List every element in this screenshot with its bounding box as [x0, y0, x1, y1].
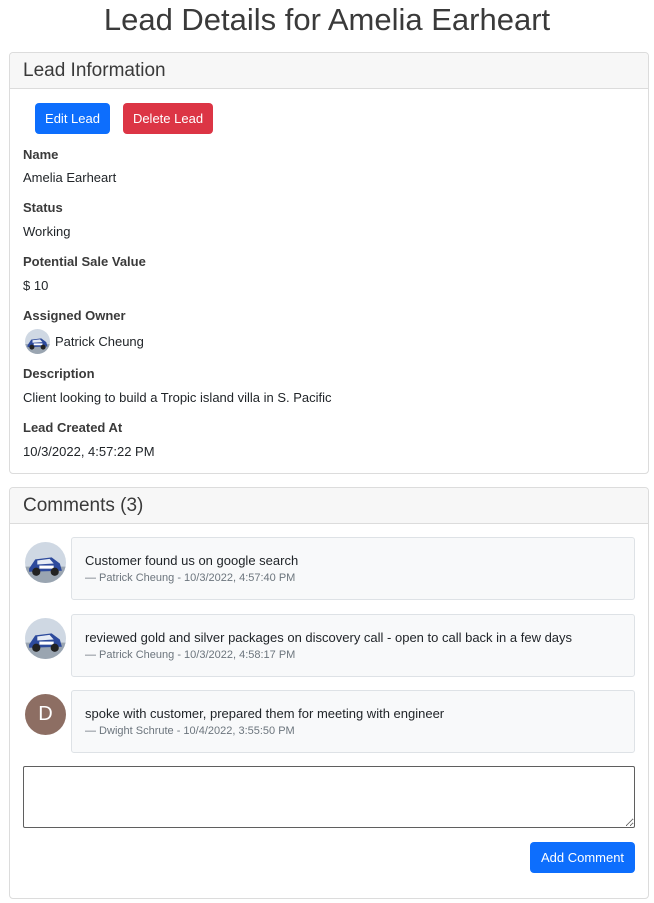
comment-meta: — Dwight Schrute - 10/4/2022, 3:55:50 PM	[85, 725, 295, 737]
owner-label: Assigned Owner	[23, 308, 126, 323]
name-label: Name	[23, 147, 59, 162]
edit-lead-button[interactable]: Edit Lead	[35, 103, 110, 134]
car-avatar-icon	[25, 329, 50, 354]
sale-value-label: Potential Sale Value	[23, 254, 146, 269]
lead-information-header: Lead Information	[10, 53, 648, 89]
user-initial-avatar: D	[25, 694, 66, 735]
car-avatar-icon	[25, 618, 66, 659]
comments-card: Comments (3) Customer found us on google…	[9, 487, 649, 899]
comment-item: reviewed gold and silver packages on dis…	[71, 614, 635, 677]
car-avatar-icon	[25, 542, 66, 583]
comment-text: reviewed gold and silver packages on dis…	[85, 630, 573, 645]
comments-header: Comments (3)	[10, 488, 648, 524]
page-title: Lead Details for Amelia Earheart	[103, 2, 551, 37]
lead-information-card: Lead Information Edit Lead Delete Lead N…	[9, 52, 649, 474]
owner-name: Patrick Cheung	[55, 334, 144, 349]
comment-text: Customer found us on google search	[85, 553, 299, 568]
comment-input[interactable]	[23, 766, 635, 828]
comment-text: spoke with customer, prepared them for m…	[85, 706, 445, 721]
comment-meta: — Patrick Cheung - 10/3/2022, 4:57:40 PM	[85, 572, 296, 584]
add-comment-button[interactable]: Add Comment	[530, 842, 635, 873]
description-label: Description	[23, 366, 95, 381]
status-label: Status	[23, 200, 63, 215]
delete-lead-button[interactable]: Delete Lead	[123, 103, 213, 134]
status-value: Working	[23, 224, 71, 239]
comment-meta: — Patrick Cheung - 10/3/2022, 4:58:17 PM	[85, 649, 296, 661]
sale-value: $ 10	[23, 278, 49, 293]
comment-item: spoke with customer, prepared them for m…	[71, 690, 635, 753]
name-value: Amelia Earheart	[23, 170, 117, 185]
description-value: Client looking to build a Tropic island …	[23, 390, 332, 405]
owner-row: Patrick Cheung	[25, 329, 144, 354]
comment-item: Customer found us on google search — Pat…	[71, 537, 635, 600]
created-at-value: 10/3/2022, 4:57:22 PM	[23, 444, 155, 459]
created-at-label: Lead Created At	[23, 420, 123, 435]
